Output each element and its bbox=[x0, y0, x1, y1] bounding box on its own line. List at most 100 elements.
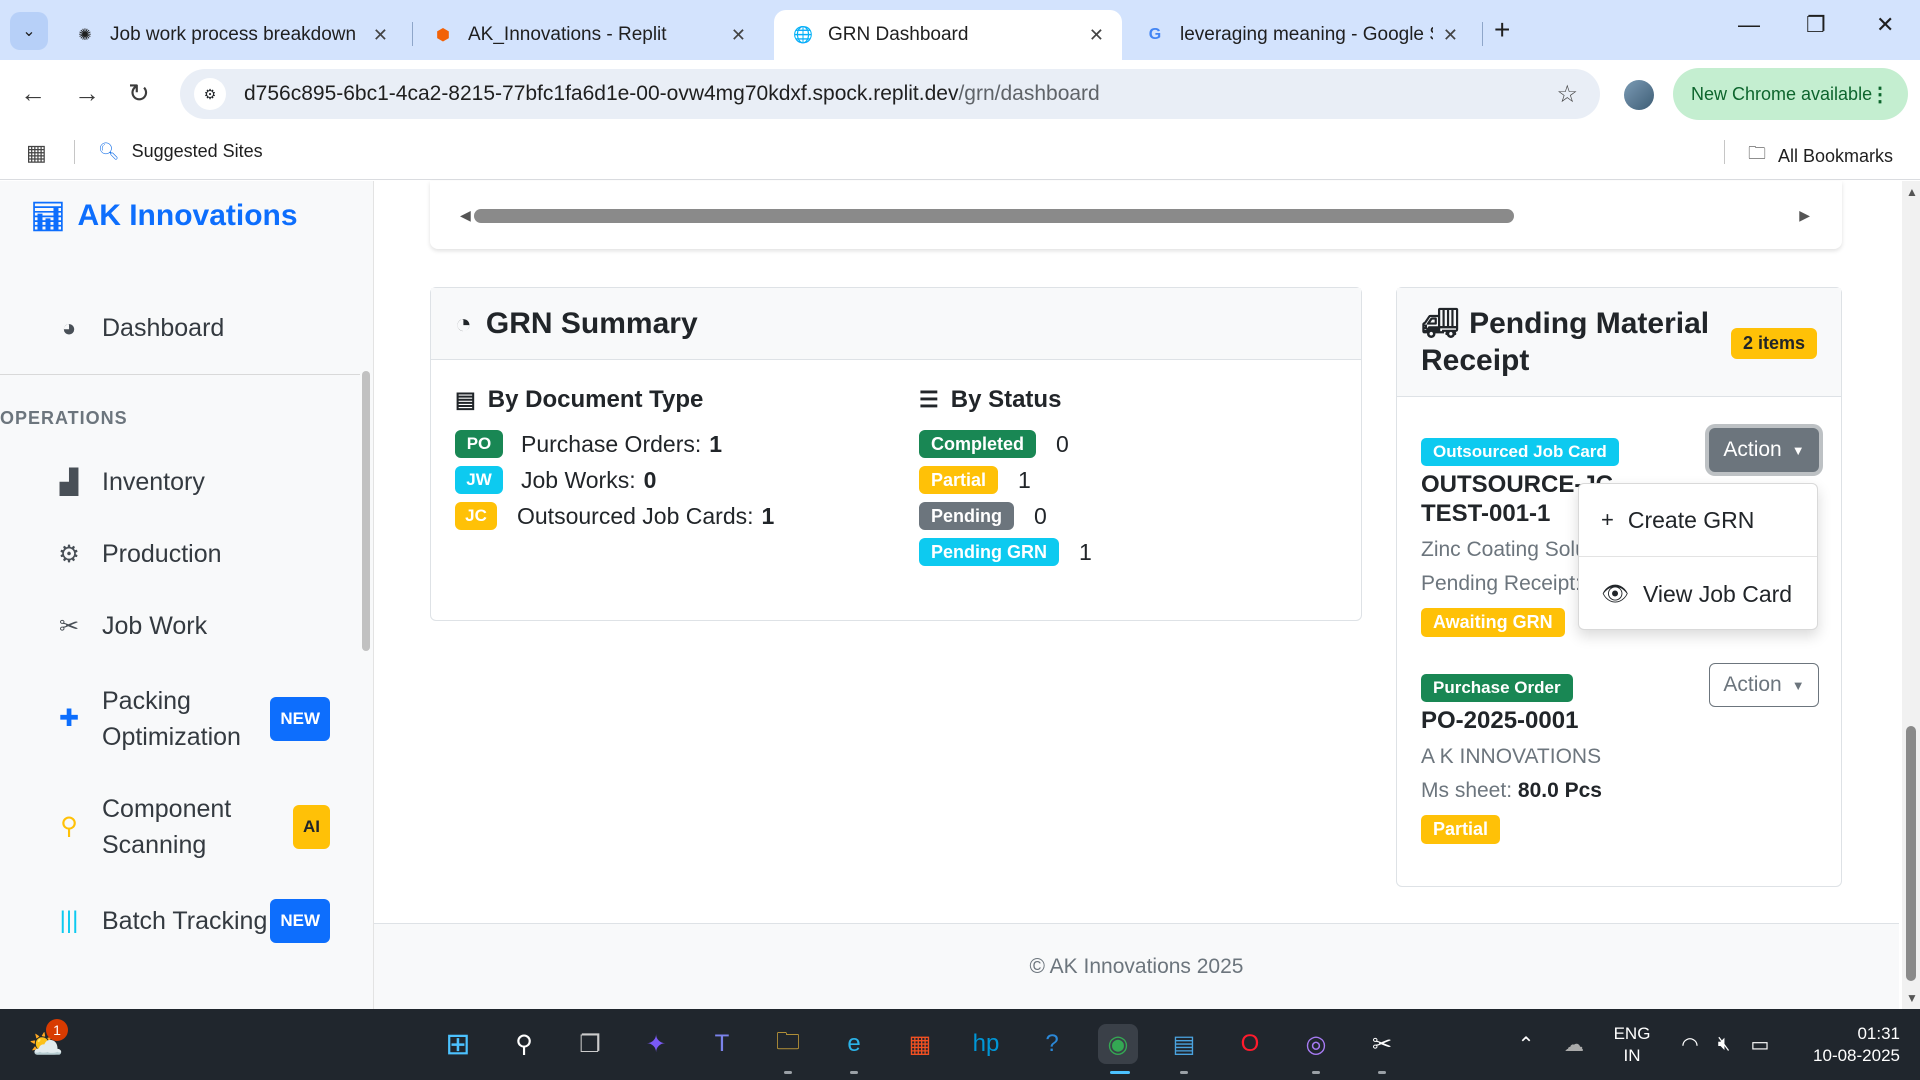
help-icon[interactable]: ? bbox=[1032, 1024, 1072, 1064]
browser-tab-1[interactable]: ✺ Job work process breakdown ✕ bbox=[56, 10, 406, 60]
running-indicator bbox=[1378, 1071, 1386, 1074]
completed-badge: Completed bbox=[919, 430, 1037, 458]
language-indicator[interactable]: ENG IN bbox=[1604, 1023, 1660, 1067]
clock[interactable]: 01:31 10-08-2025 bbox=[1790, 1023, 1900, 1067]
windows-start-icon[interactable]: ⊞ bbox=[438, 1024, 478, 1064]
forward-arrow-icon[interactable]: → bbox=[74, 78, 100, 109]
sidebar-divider bbox=[0, 374, 360, 375]
material-qty: 80.0 Pcs bbox=[1517, 779, 1602, 802]
job-code: PO-2025-0001 bbox=[1421, 707, 1579, 734]
site-info-icon[interactable]: ⚙ bbox=[194, 78, 226, 110]
action-dropdown-button[interactable]: Action ▼ bbox=[1709, 663, 1819, 707]
chart-area-icon: 📊︎ bbox=[30, 200, 66, 232]
sidebar-item-component-scanning[interactable]: ⚲ Component Scanning AI bbox=[52, 791, 330, 863]
brand-logo[interactable]: 📊︎ AK Innovations bbox=[30, 199, 298, 233]
snipping-tool-icon[interactable]: ✂ bbox=[1362, 1024, 1402, 1064]
store-icon[interactable]: ▦ bbox=[900, 1024, 940, 1064]
view-job-card-menu-item[interactable]: 👁︎ View Job Card bbox=[1579, 564, 1817, 624]
status-row-partial: Partial 1 bbox=[919, 466, 1031, 494]
heading-text: By Document Type bbox=[487, 386, 704, 413]
minimize-icon[interactable]: — bbox=[1738, 12, 1760, 38]
tab-search-button[interactable]: ⌄ bbox=[10, 12, 48, 50]
new-tab-button[interactable]: + bbox=[1494, 14, 1510, 46]
reload-icon[interactable]: ↻ bbox=[128, 78, 150, 109]
po-badge: PO bbox=[455, 430, 503, 458]
sidebar-item-dashboard[interactable]: ◕ Dashboard bbox=[52, 314, 225, 343]
action-dropdown-button[interactable]: Action ▼ bbox=[1709, 428, 1819, 472]
active-indicator bbox=[1110, 1071, 1130, 1074]
url-text[interactable]: d756c895-6bc1-4ca2-8215-77bfc1fa6d1e-00-… bbox=[244, 82, 1100, 106]
card-header: 🚚︎ Pending Material Receipt 2 items bbox=[1397, 288, 1841, 397]
chrome-icon[interactable]: ◉ bbox=[1098, 1024, 1138, 1064]
close-icon[interactable]: ✕ bbox=[731, 25, 746, 46]
card-title-text: Pending Material Receipt bbox=[1421, 307, 1710, 377]
cloud-icon[interactable]: ☁ bbox=[1554, 1024, 1594, 1064]
battery-icon[interactable]: ▭ bbox=[1740, 1024, 1780, 1064]
browser-tab-strip: ⌄ ✺ Job work process breakdown ✕ ⬢ AK_In… bbox=[0, 0, 1920, 60]
close-icon[interactable]: ✕ bbox=[1443, 25, 1458, 46]
scroll-down-icon[interactable]: ▼ bbox=[1906, 991, 1918, 1005]
all-bookmarks-button[interactable]: 🗀 All Bookmarks bbox=[1748, 141, 1893, 171]
clock-date: 10-08-2025 bbox=[1813, 1046, 1900, 1065]
volume-muted-icon[interactable]: 🔇︎ bbox=[1704, 1024, 1744, 1064]
close-icon[interactable]: ✕ bbox=[373, 25, 388, 46]
scroll-right-icon[interactable]: ▶ bbox=[1799, 207, 1810, 224]
sidebar-scrollbar[interactable] bbox=[362, 371, 370, 651]
bookmark-star-icon[interactable]: ☆ bbox=[1556, 80, 1578, 109]
sidebar-item-inventory[interactable]: ▟ Inventory bbox=[52, 468, 205, 497]
opera-icon[interactable]: O bbox=[1230, 1024, 1270, 1064]
copilot-icon[interactable]: ✦ bbox=[636, 1024, 676, 1064]
card-title: GRN Summary bbox=[485, 306, 698, 340]
horizontal-scrollbar[interactable]: ◀ ▶ bbox=[460, 207, 1810, 224]
file-explorer-icon[interactable]: 🗀 bbox=[768, 1024, 808, 1064]
browser-tab-4[interactable]: G leveraging meaning - Google S ✕ bbox=[1126, 10, 1476, 60]
doc-row-po: PO Purchase Orders: 1 bbox=[455, 430, 722, 458]
chevron-up-icon[interactable]: ⌃ bbox=[1506, 1024, 1546, 1064]
partial-badge: Partial bbox=[1421, 815, 1501, 844]
sidebar-item-batch-tracking[interactable]: ||| Batch Tracking NEW bbox=[52, 899, 330, 943]
menu-item-label: Create GRN bbox=[1627, 506, 1755, 533]
back-arrow-icon[interactable]: ← bbox=[20, 78, 46, 109]
close-window-icon[interactable]: ✕ bbox=[1876, 12, 1894, 38]
create-grn-menu-item[interactable]: + Create GRN bbox=[1579, 490, 1817, 550]
edge-icon[interactable]: e bbox=[834, 1024, 874, 1064]
task-view-icon[interactable]: ❐ bbox=[570, 1024, 610, 1064]
caret-down-icon: ▼ bbox=[1791, 442, 1805, 458]
restore-icon[interactable]: ❐ bbox=[1806, 12, 1826, 38]
scroll-left-icon[interactable]: ◀ bbox=[460, 207, 471, 224]
scroll-up-icon[interactable]: ▲ bbox=[1906, 185, 1918, 199]
chrome-update-button[interactable]: New Chrome available ⋮ bbox=[1673, 68, 1908, 120]
jw-badge: JW bbox=[455, 466, 503, 494]
sidebar-item-label: Dashboard bbox=[102, 314, 225, 342]
notepad-icon[interactable]: ▤ bbox=[1164, 1024, 1204, 1064]
address-bar[interactable]: ⚙ d756c895-6bc1-4ca2-8215-77bfc1fa6d1e-0… bbox=[180, 69, 1600, 119]
sidebar-item-job-work[interactable]: ✂ Job Work bbox=[52, 612, 207, 641]
browser-tab-2[interactable]: ⬢ AK_Innovations - Replit ✕ bbox=[414, 10, 764, 60]
awaiting-grn-badge: Awaiting GRN bbox=[1421, 608, 1565, 637]
clock-time: 01:31 bbox=[1857, 1024, 1900, 1043]
bookmark-suggested-sites[interactable]: 🔍︎ Suggested Sites bbox=[98, 141, 263, 162]
apps-grid-icon[interactable]: ▦ bbox=[26, 140, 47, 166]
browser-tab-3-active[interactable]: 🌐 GRN Dashboard ✕ bbox=[774, 10, 1122, 60]
gears-icon: ⚙ bbox=[58, 541, 80, 568]
scroll-thumb[interactable] bbox=[1906, 726, 1916, 981]
region-code: IN bbox=[1623, 1046, 1641, 1065]
status-count: 1 bbox=[1079, 538, 1092, 565]
status-count: 0 bbox=[1056, 430, 1069, 457]
sidebar-item-packing-optimization[interactable]: ✚ Packing Optimization NEW bbox=[52, 683, 330, 755]
github-icon[interactable]: ◎ bbox=[1296, 1024, 1336, 1064]
scroll-thumb[interactable] bbox=[474, 209, 1514, 223]
hp-icon[interactable]: hp bbox=[966, 1024, 1006, 1064]
page-scrollbar[interactable]: ▲ ▼ bbox=[1902, 181, 1920, 1009]
close-icon[interactable]: ✕ bbox=[1089, 25, 1104, 46]
doc-count: 0 bbox=[643, 466, 657, 493]
job-description: Zinc Coating Solu bbox=[1421, 538, 1581, 561]
grn-summary-card: ◔ GRN Summary ▤ By Document Type PO Purc… bbox=[430, 287, 1362, 621]
type-badge: Outsourced Job Card bbox=[1421, 438, 1619, 466]
profile-avatar[interactable] bbox=[1624, 80, 1654, 110]
search-icon[interactable]: ⚲ bbox=[504, 1024, 544, 1064]
bookmark-label: Suggested Sites bbox=[131, 141, 263, 161]
sidebar-item-production[interactable]: ⚙ Production bbox=[52, 540, 221, 569]
teams-icon[interactable]: T bbox=[702, 1024, 742, 1064]
more-menu-icon[interactable]: ⋮ bbox=[1870, 82, 1890, 107]
